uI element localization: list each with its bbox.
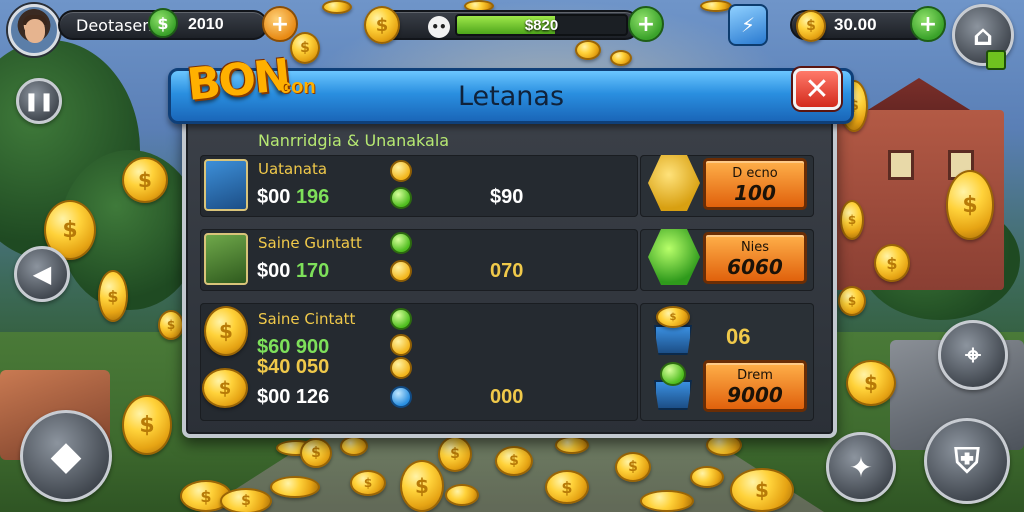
add-gems-button[interactable]: +: [262, 6, 298, 42]
green-orb-icon: [660, 362, 686, 386]
ghost-icon: ••: [428, 16, 450, 38]
buy-button[interactable]: Drem 9000: [703, 360, 807, 412]
coin-icon: $: [838, 286, 866, 316]
attack-button[interactable]: ✦: [826, 432, 896, 502]
coin-icon: $: [846, 360, 896, 406]
joystick-button[interactable]: ◆: [20, 410, 112, 502]
coin-icon: [610, 50, 632, 66]
close-button[interactable]: ✕: [793, 68, 841, 110]
item-price-line: $40 050: [257, 356, 330, 378]
item-price: $00 196: [257, 186, 330, 208]
pause-button[interactable]: ❚❚: [16, 78, 62, 124]
coin-icon: $: [656, 306, 690, 328]
blue-gem-icon: [390, 386, 412, 408]
xp-progress-bar: $820: [455, 14, 628, 36]
coin-icon: $: [98, 270, 128, 322]
lightning-shield-icon: ⚡: [728, 4, 768, 46]
side-value: 06: [726, 324, 751, 349]
logo-subtext: con: [280, 76, 316, 98]
item-label: Uatanata: [258, 160, 328, 178]
buy-button[interactable]: Nies 6060: [703, 232, 807, 284]
item-price-line: $00 126: [257, 386, 330, 408]
coin-icon: $: [364, 6, 400, 44]
shield-emblem-button[interactable]: ⛨: [924, 418, 1010, 504]
add-xp-button[interactable]: +: [628, 6, 664, 42]
item-icon-blue-crest: [204, 159, 248, 211]
coin-icon: $: [220, 488, 272, 512]
coin-icon: [340, 436, 368, 456]
game-logo: BON con: [185, 50, 330, 122]
dollar-gem-icon: $: [148, 8, 178, 38]
coin-icon: [575, 40, 601, 60]
coin-icon: $: [874, 244, 910, 282]
green-gem-icon: [390, 187, 412, 209]
coin-icon: $: [122, 157, 168, 203]
coin-icon: $: [158, 310, 184, 340]
avatar-face: [25, 19, 45, 43]
panel-subtitle: Nanrridgia & Unanakala: [258, 131, 450, 150]
item-price: $00 170: [257, 260, 330, 282]
green-gem-icon: [390, 232, 412, 254]
coin-icon: $: [495, 446, 533, 476]
coin-icon: $: [438, 436, 472, 472]
buy-button[interactable]: D ecno 100: [703, 158, 807, 210]
coin-icon: $: [840, 200, 864, 240]
coin-icon: $: [946, 170, 994, 240]
coin-balance: 30.00: [834, 15, 877, 34]
gem-balance: 2010: [188, 16, 224, 33]
blue-bucket-icon: [654, 325, 692, 355]
coin-icon: $: [796, 10, 826, 42]
green-gem-icon: [390, 308, 412, 330]
gold-gem-icon: [390, 357, 412, 379]
coin-icon: $: [615, 452, 651, 482]
signal-bars-icon: [986, 50, 1006, 70]
coin-icon: [270, 476, 320, 498]
coin-icon: [445, 484, 479, 506]
coin-icon: $: [202, 368, 248, 408]
coin-icon: $: [204, 306, 248, 356]
item-value: 070: [490, 260, 524, 282]
map-button[interactable]: ⌖: [938, 320, 1008, 390]
xp-progress-text: $820: [524, 17, 559, 34]
coin-icon: $: [545, 470, 589, 504]
item-value: $90: [490, 186, 524, 208]
gold-gem-icon: [390, 160, 412, 182]
coin-icon: $: [350, 470, 386, 496]
coin-icon: [690, 466, 724, 488]
house-window: [888, 150, 914, 180]
gold-gem-icon: [390, 260, 412, 282]
player-avatar[interactable]: [8, 4, 60, 56]
add-coins-button[interactable]: +: [910, 6, 946, 42]
coin-icon: [322, 0, 352, 14]
item-label: Saine Guntatt: [258, 234, 362, 252]
item-icon-scroll: [204, 233, 248, 285]
logo-text: BON: [184, 49, 292, 111]
item-value: 000: [490, 386, 524, 408]
back-arrow-button[interactable]: ◀: [14, 246, 70, 302]
coin-icon: [640, 490, 694, 512]
coin-icon: $: [730, 468, 794, 512]
gold-gem-icon: [390, 334, 412, 356]
coin-icon: $: [122, 395, 172, 455]
item-label: Saine Cintatt: [258, 310, 356, 328]
coin-icon: $: [400, 460, 444, 512]
coin-icon: $: [300, 438, 332, 468]
coin-icon: [555, 436, 589, 454]
player-name: Deotasen: [76, 15, 153, 35]
